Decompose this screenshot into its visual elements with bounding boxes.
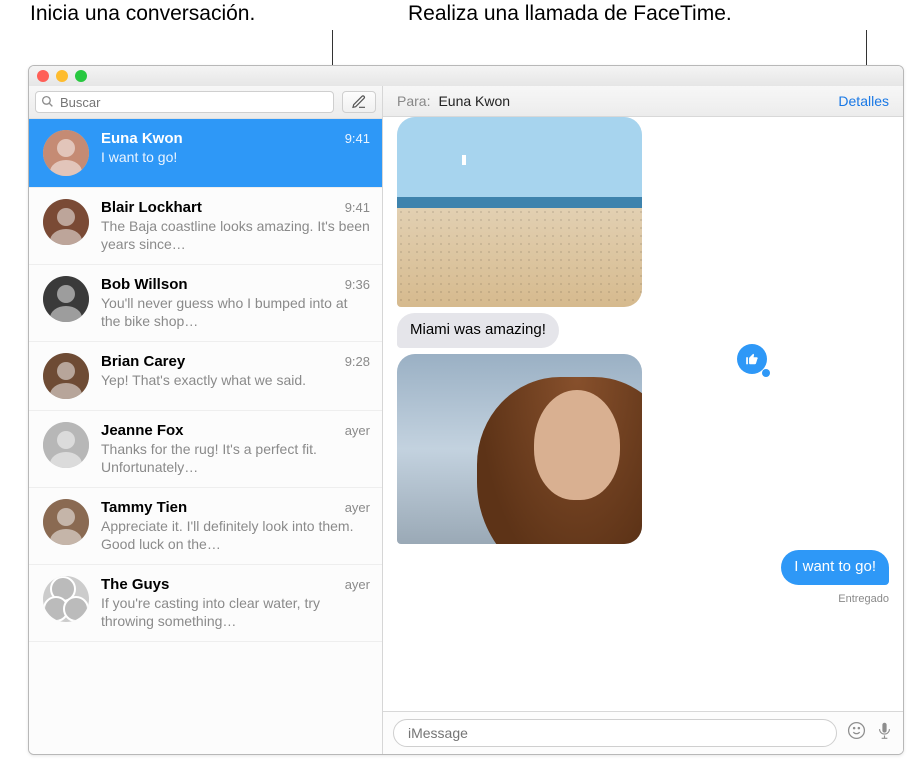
conversation-name: Tammy Tien [101, 499, 187, 516]
conversation-item[interactable]: The Guys ayer If you're casting into cle… [29, 565, 382, 642]
conversation-item[interactable]: Bob Willson 9:36 You'll never guess who … [29, 265, 382, 342]
conversation-preview: The Baja coastline looks amazing. It's b… [101, 217, 370, 253]
conversation-list[interactable]: Euna Kwon 9:41 I want to go! Blair Lockh… [29, 119, 382, 754]
message-row: I want to go! [397, 550, 889, 585]
avatar [43, 199, 89, 245]
message-row: Miami was amazing! [397, 313, 889, 348]
conversation-time: 9:28 [345, 354, 370, 369]
sidebar-toolbar [29, 86, 382, 119]
message-image[interactable] [397, 117, 642, 307]
conversation-preview: Appreciate it. I'll definitely look into… [101, 517, 370, 553]
avatar [43, 276, 89, 322]
conversation-time: 9:41 [345, 200, 370, 215]
message-image-wrapper [397, 354, 757, 544]
conversation-item[interactable]: Euna Kwon 9:41 I want to go! [29, 119, 382, 188]
callouts-layer: Inicia una conversación. Realiza una lla… [0, 0, 913, 65]
message-row [397, 117, 889, 307]
conversation-time: 9:41 [345, 131, 370, 146]
titlebar [29, 66, 903, 86]
avatar [43, 130, 89, 176]
message-image-wrapper [397, 117, 757, 307]
conversation-preview: I want to go! [101, 148, 370, 166]
input-bar [383, 711, 903, 754]
reaction-thumbs-up-icon[interactable] [737, 344, 767, 374]
compose-button[interactable] [342, 91, 376, 113]
conversation-name: Bob Willson [101, 276, 188, 293]
emoji-icon[interactable] [847, 721, 866, 745]
message-bubble[interactable]: I want to go! [781, 550, 889, 585]
search-input[interactable] [35, 91, 334, 113]
close-button[interactable] [37, 70, 49, 82]
messages-scroll[interactable]: Miami was amazing! I want to go! Entregad… [383, 117, 903, 711]
message-bubble[interactable]: Miami was amazing! [397, 313, 559, 348]
callout-compose: Inicia una conversación. [30, 2, 255, 26]
avatar [43, 499, 89, 545]
avatar-group [43, 576, 89, 622]
conversation-name: Jeanne Fox [101, 422, 184, 439]
conversation-time: ayer [345, 500, 370, 515]
message-input[interactable] [393, 719, 837, 747]
delivery-status: Entregado [397, 593, 889, 605]
callout-details: Realiza una llamada de FaceTime. [408, 2, 732, 26]
conversation-preview: You'll never guess who I bumped into at … [101, 294, 370, 330]
to-name: Euna Kwon [438, 93, 838, 109]
conversation-time: 9:36 [345, 277, 370, 292]
messages-window: Euna Kwon 9:41 I want to go! Blair Lockh… [28, 65, 904, 755]
minimize-button[interactable] [56, 70, 68, 82]
conversation-preview: If you're casting into clear water, try … [101, 594, 370, 630]
message-image[interactable] [397, 354, 642, 544]
conversation-item[interactable]: Tammy Tien ayer Appreciate it. I'll defi… [29, 488, 382, 565]
microphone-icon[interactable] [876, 722, 893, 744]
conversation-name: Euna Kwon [101, 130, 183, 147]
chat-pane: Para: Euna Kwon Detalles Miami was amazi… [383, 86, 903, 754]
conversation-time: ayer [345, 423, 370, 438]
chat-header: Para: Euna Kwon Detalles [383, 86, 903, 117]
conversation-preview: Thanks for the rug! It's a perfect fit. … [101, 440, 370, 476]
avatar [43, 353, 89, 399]
conversation-name: Brian Carey [101, 353, 185, 370]
conversation-name: The Guys [101, 576, 169, 593]
conversation-item[interactable]: Blair Lockhart 9:41 The Baja coastline l… [29, 188, 382, 265]
conversation-preview: Yep! That's exactly what we said. [101, 371, 370, 389]
maximize-button[interactable] [75, 70, 87, 82]
message-row [397, 354, 889, 544]
avatar [43, 422, 89, 468]
details-link[interactable]: Detalles [838, 93, 889, 109]
to-label: Para: [397, 93, 430, 109]
conversation-name: Blair Lockhart [101, 199, 202, 216]
sidebar: Euna Kwon 9:41 I want to go! Blair Lockh… [29, 86, 383, 754]
conversation-item[interactable]: Jeanne Fox ayer Thanks for the rug! It's… [29, 411, 382, 488]
conversation-item[interactable]: Brian Carey 9:28 Yep! That's exactly wha… [29, 342, 382, 411]
conversation-time: ayer [345, 577, 370, 592]
